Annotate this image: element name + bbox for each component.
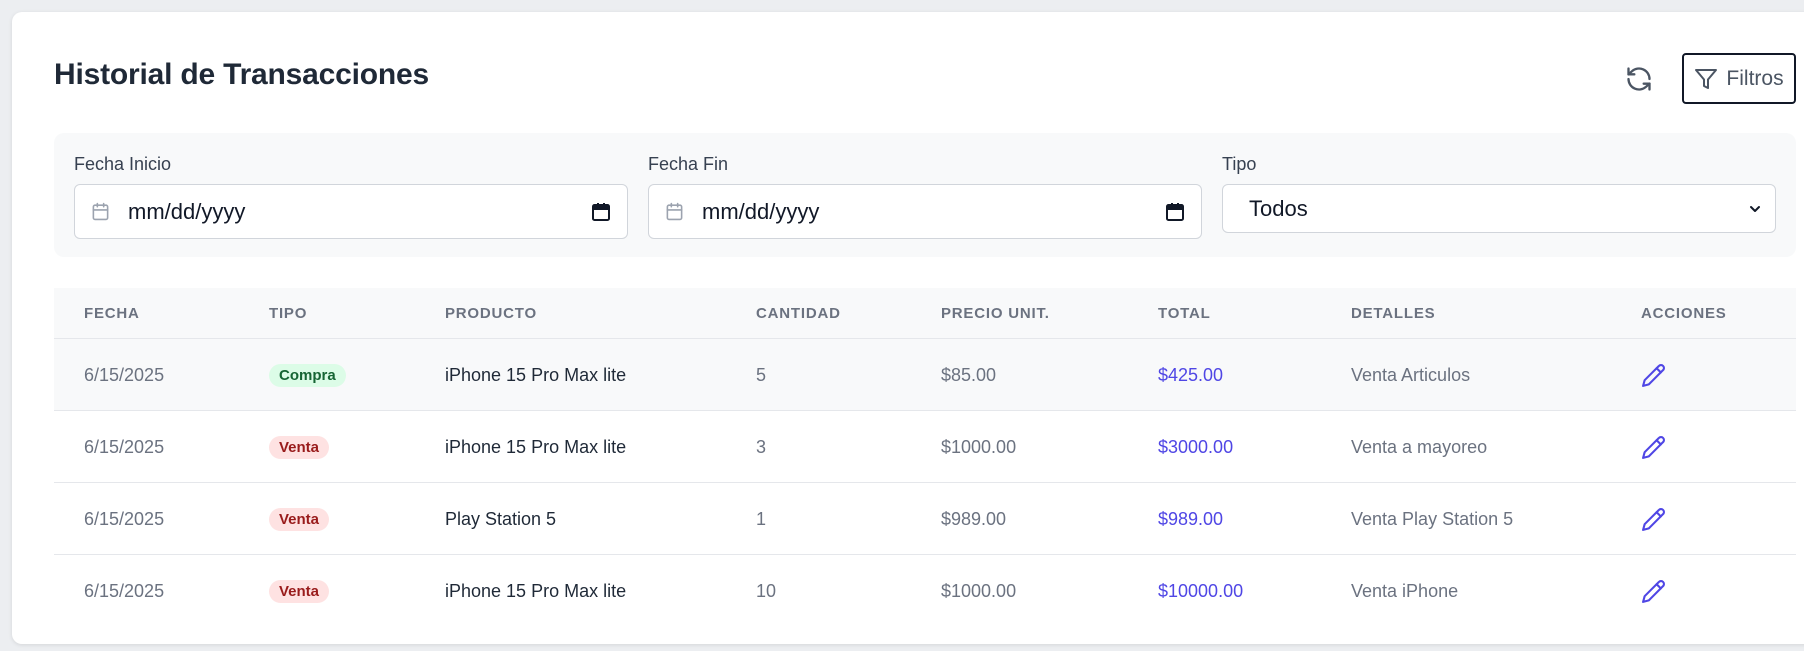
col-header-fecha: FECHA: [84, 305, 140, 322]
col-header-precio: PRECIO UNIT.: [941, 305, 1050, 322]
filter-panel: Fecha Inicio mm/dd/yyyy Fecha Fin mm/dd/…: [54, 133, 1796, 257]
pencil-icon: [1642, 579, 1665, 603]
calendar-picker-icon[interactable]: [1165, 202, 1185, 222]
filters-button-label: Filtros: [1726, 66, 1784, 90]
type-label: Tipo: [1222, 154, 1257, 174]
page-title: Historial de Transacciones: [54, 58, 429, 91]
cell-cantidad: 1: [756, 508, 767, 529]
cell-precio: $1000.00: [941, 436, 1017, 457]
refresh-button[interactable]: [1618, 58, 1660, 100]
col-header-total: TOTAL: [1158, 305, 1211, 322]
cell-tipo: Venta: [269, 555, 330, 627]
type-select-value: Todos: [1249, 195, 1308, 221]
col-header-producto: PRODUCTO: [445, 305, 537, 322]
cell-acciones: [1641, 411, 1666, 483]
calendar-icon: [91, 202, 110, 221]
filters-button[interactable]: Filtros: [1682, 53, 1796, 104]
edit-button[interactable]: [1641, 507, 1666, 532]
edit-button[interactable]: [1641, 363, 1666, 388]
pencil-icon: [1642, 507, 1665, 531]
cell-precio: $1000.00: [941, 580, 1017, 601]
status-badge: Compra: [269, 363, 346, 387]
cell-producto: iPhone 15 Pro Max lite: [445, 436, 627, 457]
table-header: FECHA TIPO PRODUCTO CANTIDAD PRECIO UNIT…: [54, 288, 1796, 339]
cell-cantidad: 5: [756, 364, 767, 385]
end-date-input[interactable]: mm/dd/yyyy: [648, 184, 1202, 239]
transactions-card: Historial de Transacciones Filtros Fecha…: [12, 12, 1804, 644]
status-badge: Venta: [269, 435, 330, 459]
cell-fecha: 6/15/2025: [84, 580, 165, 601]
cell-fecha: 6/15/2025: [84, 364, 165, 385]
cell-precio: $989.00: [941, 508, 1007, 529]
status-badge: Venta: [269, 579, 330, 603]
cell-detalles: Venta Play Station 5: [1351, 508, 1514, 529]
start-date-input[interactable]: mm/dd/yyyy: [74, 184, 628, 239]
cell-total: $10000.00: [1158, 580, 1244, 601]
cell-total: $989.00: [1158, 508, 1224, 529]
table-row: 6/15/2025 Compra iPhone 15 Pro Max lite …: [54, 339, 1796, 411]
cell-precio: $85.00: [941, 364, 997, 385]
cell-tipo: Compra: [269, 339, 346, 411]
start-date-label: Fecha Inicio: [74, 154, 172, 174]
pencil-icon: [1642, 363, 1665, 387]
pencil-icon: [1642, 435, 1665, 459]
cell-producto: Play Station 5: [445, 508, 557, 529]
transactions-table: FECHA TIPO PRODUCTO CANTIDAD PRECIO UNIT…: [54, 288, 1796, 627]
end-date-value: mm/dd/yyyy: [702, 198, 820, 224]
cell-fecha: 6/15/2025: [84, 508, 165, 529]
cell-tipo: Venta: [269, 411, 330, 483]
status-badge: Venta: [269, 507, 330, 531]
chevron-down-icon: [1747, 201, 1763, 217]
calendar-icon: [665, 202, 684, 221]
calendar-picker-icon[interactable]: [591, 202, 611, 222]
cell-detalles: Venta a mayoreo: [1351, 436, 1488, 457]
cell-producto: iPhone 15 Pro Max lite: [445, 580, 627, 601]
cell-fecha: 6/15/2025: [84, 436, 165, 457]
col-header-cantidad: CANTIDAD: [756, 305, 841, 322]
cell-total: $425.00: [1158, 364, 1224, 385]
cell-tipo: Venta: [269, 483, 330, 555]
cell-total: $3000.00: [1158, 436, 1234, 457]
edit-button[interactable]: [1641, 579, 1666, 604]
cell-acciones: [1641, 555, 1666, 627]
cell-detalles: Venta iPhone: [1351, 580, 1459, 601]
end-date-label: Fecha Fin: [648, 154, 729, 174]
type-select[interactable]: Todos: [1222, 184, 1776, 233]
edit-button[interactable]: [1641, 435, 1666, 460]
start-date-value: mm/dd/yyyy: [128, 198, 246, 224]
col-header-detalles: DETALLES: [1351, 305, 1436, 322]
cell-acciones: [1641, 483, 1666, 555]
cell-detalles: Venta Articulos: [1351, 364, 1471, 385]
cell-acciones: [1641, 339, 1666, 411]
cell-producto: iPhone 15 Pro Max lite: [445, 364, 627, 385]
type-field: Tipo Todos: [1222, 154, 1776, 233]
table-row: 6/15/2025 Venta iPhone 15 Pro Max lite 3…: [54, 411, 1796, 483]
refresh-icon: [1627, 67, 1651, 91]
table-row: 6/15/2025 Venta iPhone 15 Pro Max lite 1…: [54, 555, 1796, 627]
cell-cantidad: 3: [756, 436, 767, 457]
filter-icon: [1695, 68, 1718, 89]
col-header-tipo: TIPO: [269, 305, 308, 322]
col-header-acciones: ACCIONES: [1641, 305, 1727, 322]
start-date-field: Fecha Inicio mm/dd/yyyy: [74, 154, 628, 239]
table-row: 6/15/2025 Venta Play Station 5 1 $989.00…: [54, 483, 1796, 555]
end-date-field: Fecha Fin mm/dd/yyyy: [648, 154, 1202, 239]
cell-cantidad: 10: [756, 580, 777, 601]
